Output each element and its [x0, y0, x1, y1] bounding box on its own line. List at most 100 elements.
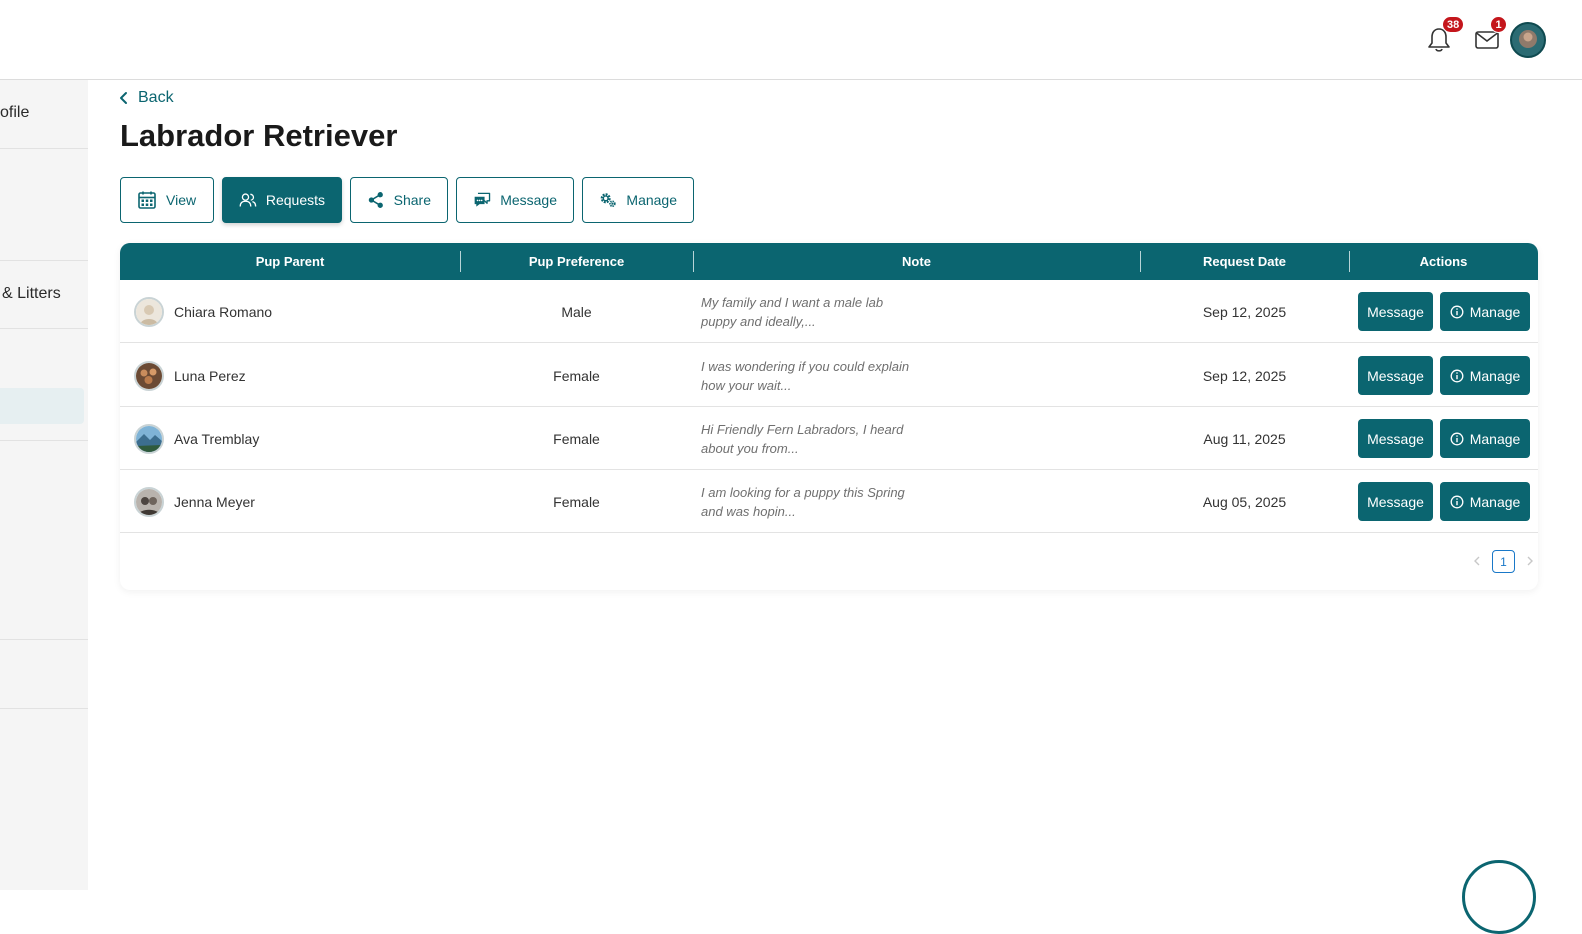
message-button[interactable]: Message [1358, 356, 1433, 395]
message-button-label: Message [1367, 367, 1424, 384]
avatar-photo-icon [136, 298, 162, 325]
messages-badge: 1 [1490, 16, 1507, 33]
column-header-pup-parent[interactable]: Pup Parent [120, 243, 460, 280]
avatar [134, 423, 164, 454]
note-text: I am looking for a puppy this Spring and… [701, 484, 905, 519]
note-text: I was wondering if you could explain how… [701, 358, 910, 393]
tab-label: Share [393, 192, 431, 208]
message-button-label: Message [1367, 303, 1424, 320]
message-button[interactable]: Message [1358, 482, 1433, 521]
manage-button[interactable]: Manage [1440, 292, 1530, 331]
tab-bar: View Requests Share Message Manage [120, 177, 694, 223]
note-text: My family and I want a male lab puppy an… [701, 294, 884, 329]
back-link[interactable]: Back [118, 89, 174, 107]
pup-preference: Female [553, 493, 600, 510]
avatar [134, 360, 164, 391]
avatar-photo-icon [136, 362, 162, 389]
table-row: Luna Perez Female I was wondering if you… [120, 344, 1538, 407]
pup-parent-cell: Ava Tremblay [134, 407, 454, 470]
sidebar-item-litters[interactable]: & Litters [2, 285, 88, 303]
manage-button[interactable]: Manage [1440, 482, 1530, 521]
user-photo-icon [1512, 24, 1544, 56]
info-icon [1450, 432, 1464, 445]
request-date: Aug 11, 2025 [1203, 430, 1286, 447]
calendar-icon [138, 191, 156, 209]
manage-button[interactable]: Manage [1440, 419, 1530, 458]
avatar-photo-icon [136, 488, 162, 515]
chevron-left-icon [1474, 556, 1480, 565]
messages-button[interactable]: 1 [1469, 16, 1507, 58]
info-icon [1450, 495, 1464, 508]
request-date: Aug 05, 2025 [1202, 493, 1287, 510]
sidebar-item-label: & Litters [2, 285, 61, 302]
pup-preference: Female [553, 430, 600, 447]
note-cell: Hi Friendly Fern Labradors, I heard abou… [701, 407, 1131, 470]
note-text: Hi Friendly Fern Labradors, I heard abou… [701, 421, 904, 456]
page-title: Labrador Retriever [120, 118, 398, 153]
tab-label: Requests [265, 192, 325, 208]
tab-manage[interactable]: Manage [582, 177, 694, 223]
pup-parent-cell: Chiara Romano [134, 280, 454, 343]
column-header-actions: Actions [1419, 254, 1468, 269]
request-date: Sep 12, 2025 [1202, 367, 1287, 384]
message-button-label: Message [1367, 493, 1424, 510]
pup-preference: Male [561, 303, 592, 320]
message-button-label: Message [1367, 430, 1424, 447]
chat-icon [474, 192, 491, 207]
requests-table: Pup Parent Pup Preference Note Request D… [120, 243, 1538, 590]
manage-button-label: Manage [1469, 303, 1521, 320]
column-header-request-date[interactable]: Request Date [1140, 243, 1349, 280]
column-header-pup-preference[interactable]: Pup Preference [460, 243, 693, 280]
sidebar-item-label: ofile [0, 104, 30, 121]
notifications-button[interactable]: 38 [1421, 16, 1465, 58]
table-row: Jenna Meyer Female I am looking for a pu… [120, 470, 1538, 533]
sidebar-divider [0, 440, 88, 441]
table-row: Chiara Romano Male My family and I want … [120, 280, 1538, 343]
table-header: Pup Parent Pup Preference Note Request D… [120, 243, 1538, 280]
manage-button-label: Manage [1469, 493, 1521, 510]
help-button[interactable] [1462, 860, 1536, 934]
tab-view[interactable]: View [120, 177, 214, 223]
pagination: 1 [1470, 550, 1537, 573]
user-avatar[interactable] [1510, 22, 1546, 58]
manage-button-label: Manage [1469, 367, 1521, 384]
page-number[interactable]: 1 [1492, 550, 1515, 573]
back-label: Back [138, 89, 174, 106]
tab-label: Manage [626, 192, 677, 208]
sidebar-item-profile[interactable]: ofile [0, 104, 88, 122]
tab-label: View [166, 192, 197, 208]
sidebar-divider [0, 148, 88, 149]
avatar [134, 296, 164, 327]
note-cell: My family and I want a male lab puppy an… [701, 280, 1131, 343]
chevron-left-icon [120, 92, 127, 104]
sidebar-item-active[interactable] [0, 388, 84, 424]
sidebar-divider [0, 260, 88, 261]
note-cell: I was wondering if you could explain how… [701, 344, 1131, 407]
pup-parent-cell: Luna Perez [134, 344, 454, 407]
pup-parent-name[interactable]: Luna Perez [174, 368, 246, 384]
sidebar-divider [0, 328, 88, 329]
column-header-note[interactable]: Note [693, 243, 1140, 280]
message-button[interactable]: Message [1358, 419, 1433, 458]
avatar [134, 486, 164, 517]
sidebar-divider [0, 708, 88, 709]
tab-message[interactable]: Message [456, 177, 574, 223]
tab-label: Message [500, 192, 557, 208]
gears-icon [600, 193, 616, 208]
prev-page-button[interactable] [1470, 554, 1484, 570]
pup-preference: Female [553, 367, 600, 384]
tab-requests[interactable]: Requests [222, 177, 342, 223]
table-row: Ava Tremblay Female Hi Friendly Fern Lab… [120, 407, 1538, 470]
top-bar: 38 1 [0, 0, 1582, 80]
pup-parent-name[interactable]: Chiara Romano [174, 304, 272, 320]
pup-parent-name[interactable]: Ava Tremblay [174, 431, 259, 447]
pup-parent-cell: Jenna Meyer [134, 470, 454, 533]
message-button[interactable]: Message [1358, 292, 1433, 331]
chevron-right-icon [1527, 556, 1533, 565]
sidebar: ofile & Litters [0, 80, 88, 890]
tab-share[interactable]: Share [350, 177, 448, 223]
notifications-badge: 38 [1442, 16, 1465, 33]
next-page-button[interactable] [1523, 554, 1537, 570]
manage-button[interactable]: Manage [1440, 356, 1530, 395]
pup-parent-name[interactable]: Jenna Meyer [174, 494, 255, 510]
